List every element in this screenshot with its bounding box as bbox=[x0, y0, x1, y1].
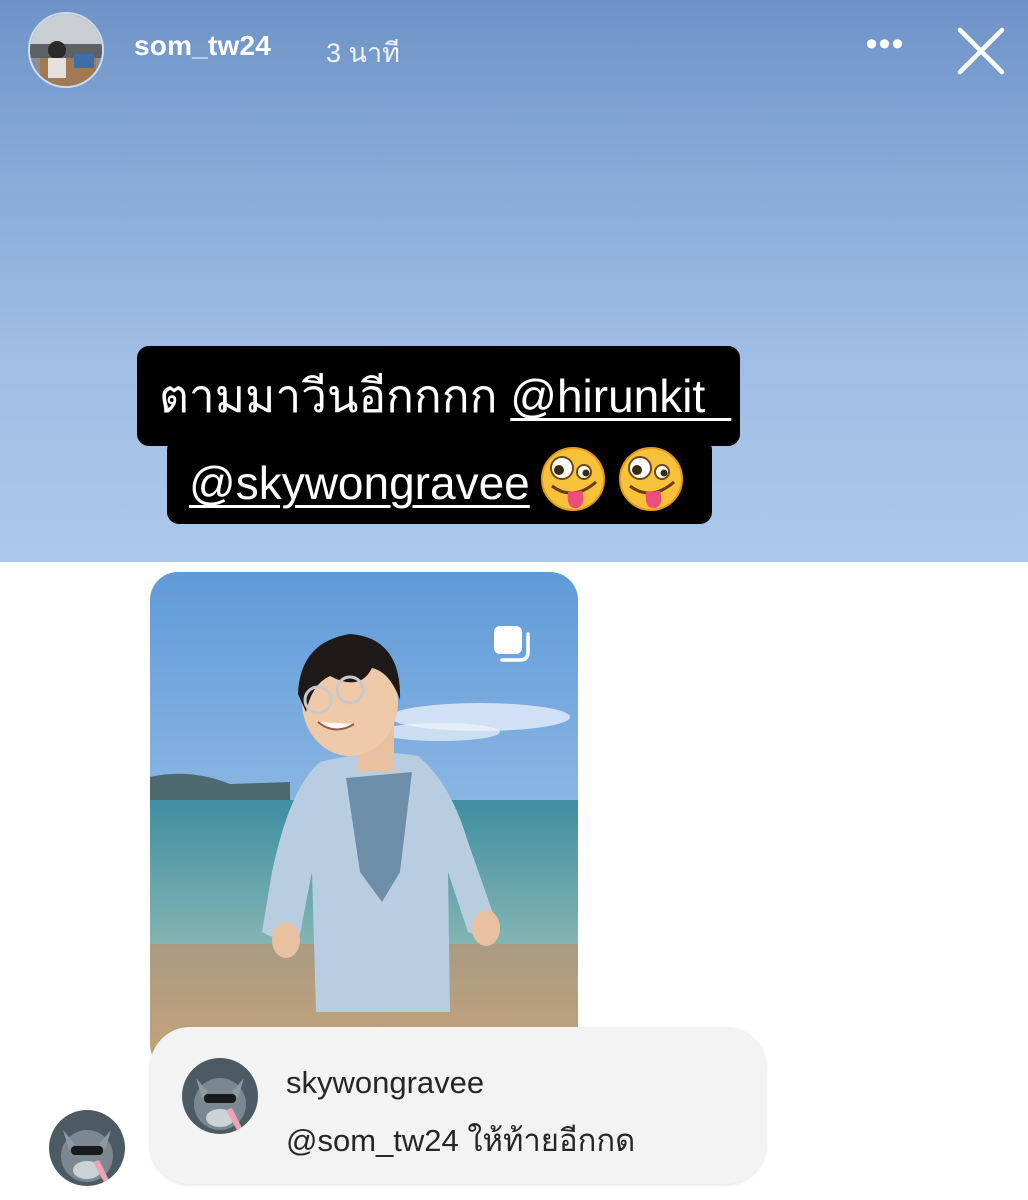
caption-text: ตามมาวีนอีกกกก bbox=[159, 370, 511, 422]
comment-card[interactable]: skywongravee @som_tw24 ให้ท้ายอีกกด bbox=[150, 1027, 766, 1184]
caption-line-2: @skywongravee bbox=[167, 438, 712, 524]
story-timestamp: 3 นาที bbox=[326, 38, 400, 68]
more-options-button[interactable]: ••• bbox=[862, 27, 908, 70]
reply-author-avatar[interactable] bbox=[49, 1110, 125, 1186]
comment-username[interactable]: skywongravee bbox=[286, 1065, 484, 1101]
mention-hirunkit[interactable]: @hirunkit_ bbox=[510, 370, 731, 422]
comment-text: @som_tw24 ให้ท้ายอีกกด bbox=[286, 1123, 636, 1158]
shared-post-image[interactable] bbox=[150, 572, 578, 1072]
story-username[interactable]: som_tw24 bbox=[134, 30, 271, 62]
caption-line-1: ตามมาวีนอีกกกก @hirunkit_ bbox=[137, 346, 740, 446]
close-icon bbox=[957, 27, 1005, 75]
mention-skywongravee[interactable]: @skywongravee bbox=[189, 457, 530, 509]
close-button[interactable] bbox=[950, 20, 1012, 82]
zany-face-emoji-icon bbox=[538, 444, 608, 530]
story-author-avatar[interactable] bbox=[28, 12, 104, 88]
commenter-avatar[interactable] bbox=[182, 1058, 258, 1134]
zany-face-emoji-icon bbox=[616, 444, 686, 530]
carousel-icon bbox=[488, 620, 536, 668]
